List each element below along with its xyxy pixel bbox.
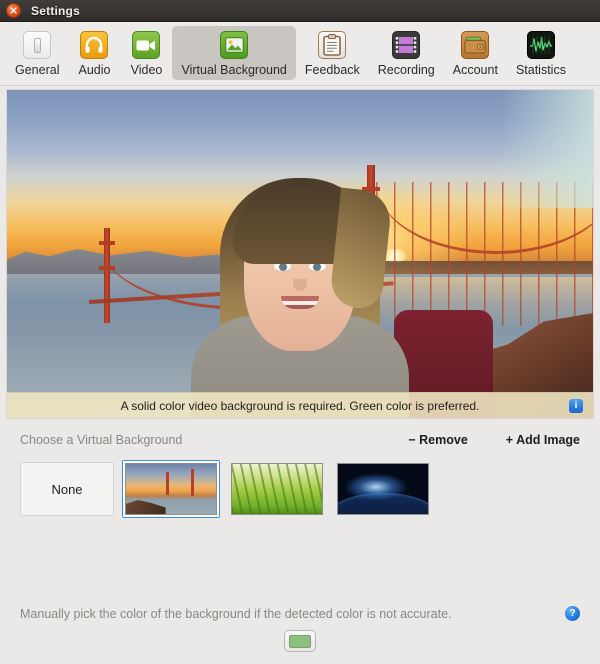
tab-general[interactable]: General <box>6 26 68 80</box>
general-icon <box>22 30 52 60</box>
tab-feedback[interactable]: Feedback <box>296 26 369 80</box>
video-preview: A solid color video background is requir… <box>6 89 594 419</box>
content-spacer <box>0 518 600 606</box>
thumbnail-earth[interactable] <box>334 460 432 518</box>
clipboard-icon <box>317 30 347 60</box>
thumbnail-none[interactable]: None <box>20 462 114 516</box>
chooser-label: Choose a Virtual Background <box>20 433 182 447</box>
thumbnail-grass[interactable] <box>228 460 326 518</box>
tab-label: Feedback <box>305 63 360 77</box>
color-picker-hint-row: Manually pick the color of the backgroun… <box>20 606 580 621</box>
tab-label: Video <box>131 63 163 77</box>
help-question-icon[interactable]: ? <box>565 606 580 621</box>
tab-audio[interactable]: Audio <box>68 26 120 80</box>
thumbnail-bridge[interactable] <box>122 460 220 518</box>
help-info-icon[interactable]: i <box>569 399 583 413</box>
color-swatch-row <box>20 630 580 652</box>
color-picker-hint: Manually pick the color of the backgroun… <box>20 607 452 621</box>
tab-recording[interactable]: Recording <box>369 26 444 80</box>
close-icon[interactable] <box>6 3 21 18</box>
window-title: Settings <box>31 4 80 18</box>
remove-button[interactable]: − Remove <box>408 433 467 447</box>
tab-label: Virtual Background <box>181 63 286 77</box>
titlebar: Settings <box>0 0 600 22</box>
camera-icon <box>131 30 161 60</box>
tab-account[interactable]: Account <box>444 26 507 80</box>
tab-label: General <box>15 63 59 77</box>
tab-video[interactable]: Video <box>120 26 172 80</box>
background-thumbnail-list: None <box>20 460 600 518</box>
tab-virtual-background[interactable]: Virtual Background <box>172 26 295 80</box>
add-image-button[interactable]: + Add Image <box>506 433 580 447</box>
headphones-icon <box>79 30 109 60</box>
tab-label: Statistics <box>516 63 566 77</box>
image-icon <box>219 30 249 60</box>
settings-window: Settings General Audio <box>0 0 600 664</box>
person-silhouette <box>185 162 415 418</box>
chooser-row: Choose a Virtual Background − Remove + A… <box>20 433 580 447</box>
tab-label: Account <box>453 63 498 77</box>
waveform-icon <box>526 30 556 60</box>
tab-statistics[interactable]: Statistics <box>507 26 575 80</box>
preview-notice-text: A solid color video background is requir… <box>121 399 480 413</box>
chooser-actions: − Remove + Add Image <box>408 433 580 447</box>
color-swatch-button[interactable] <box>284 630 316 652</box>
color-picker-section: Manually pick the color of the backgroun… <box>0 606 600 664</box>
color-swatch <box>289 635 311 648</box>
tab-label: Audio <box>78 63 110 77</box>
preview-notice-bar: A solid color video background is requir… <box>7 392 593 418</box>
settings-tabbar: General Audio <box>0 22 600 86</box>
film-icon <box>391 30 421 60</box>
tab-label: Recording <box>378 63 435 77</box>
wallet-icon <box>460 30 490 60</box>
